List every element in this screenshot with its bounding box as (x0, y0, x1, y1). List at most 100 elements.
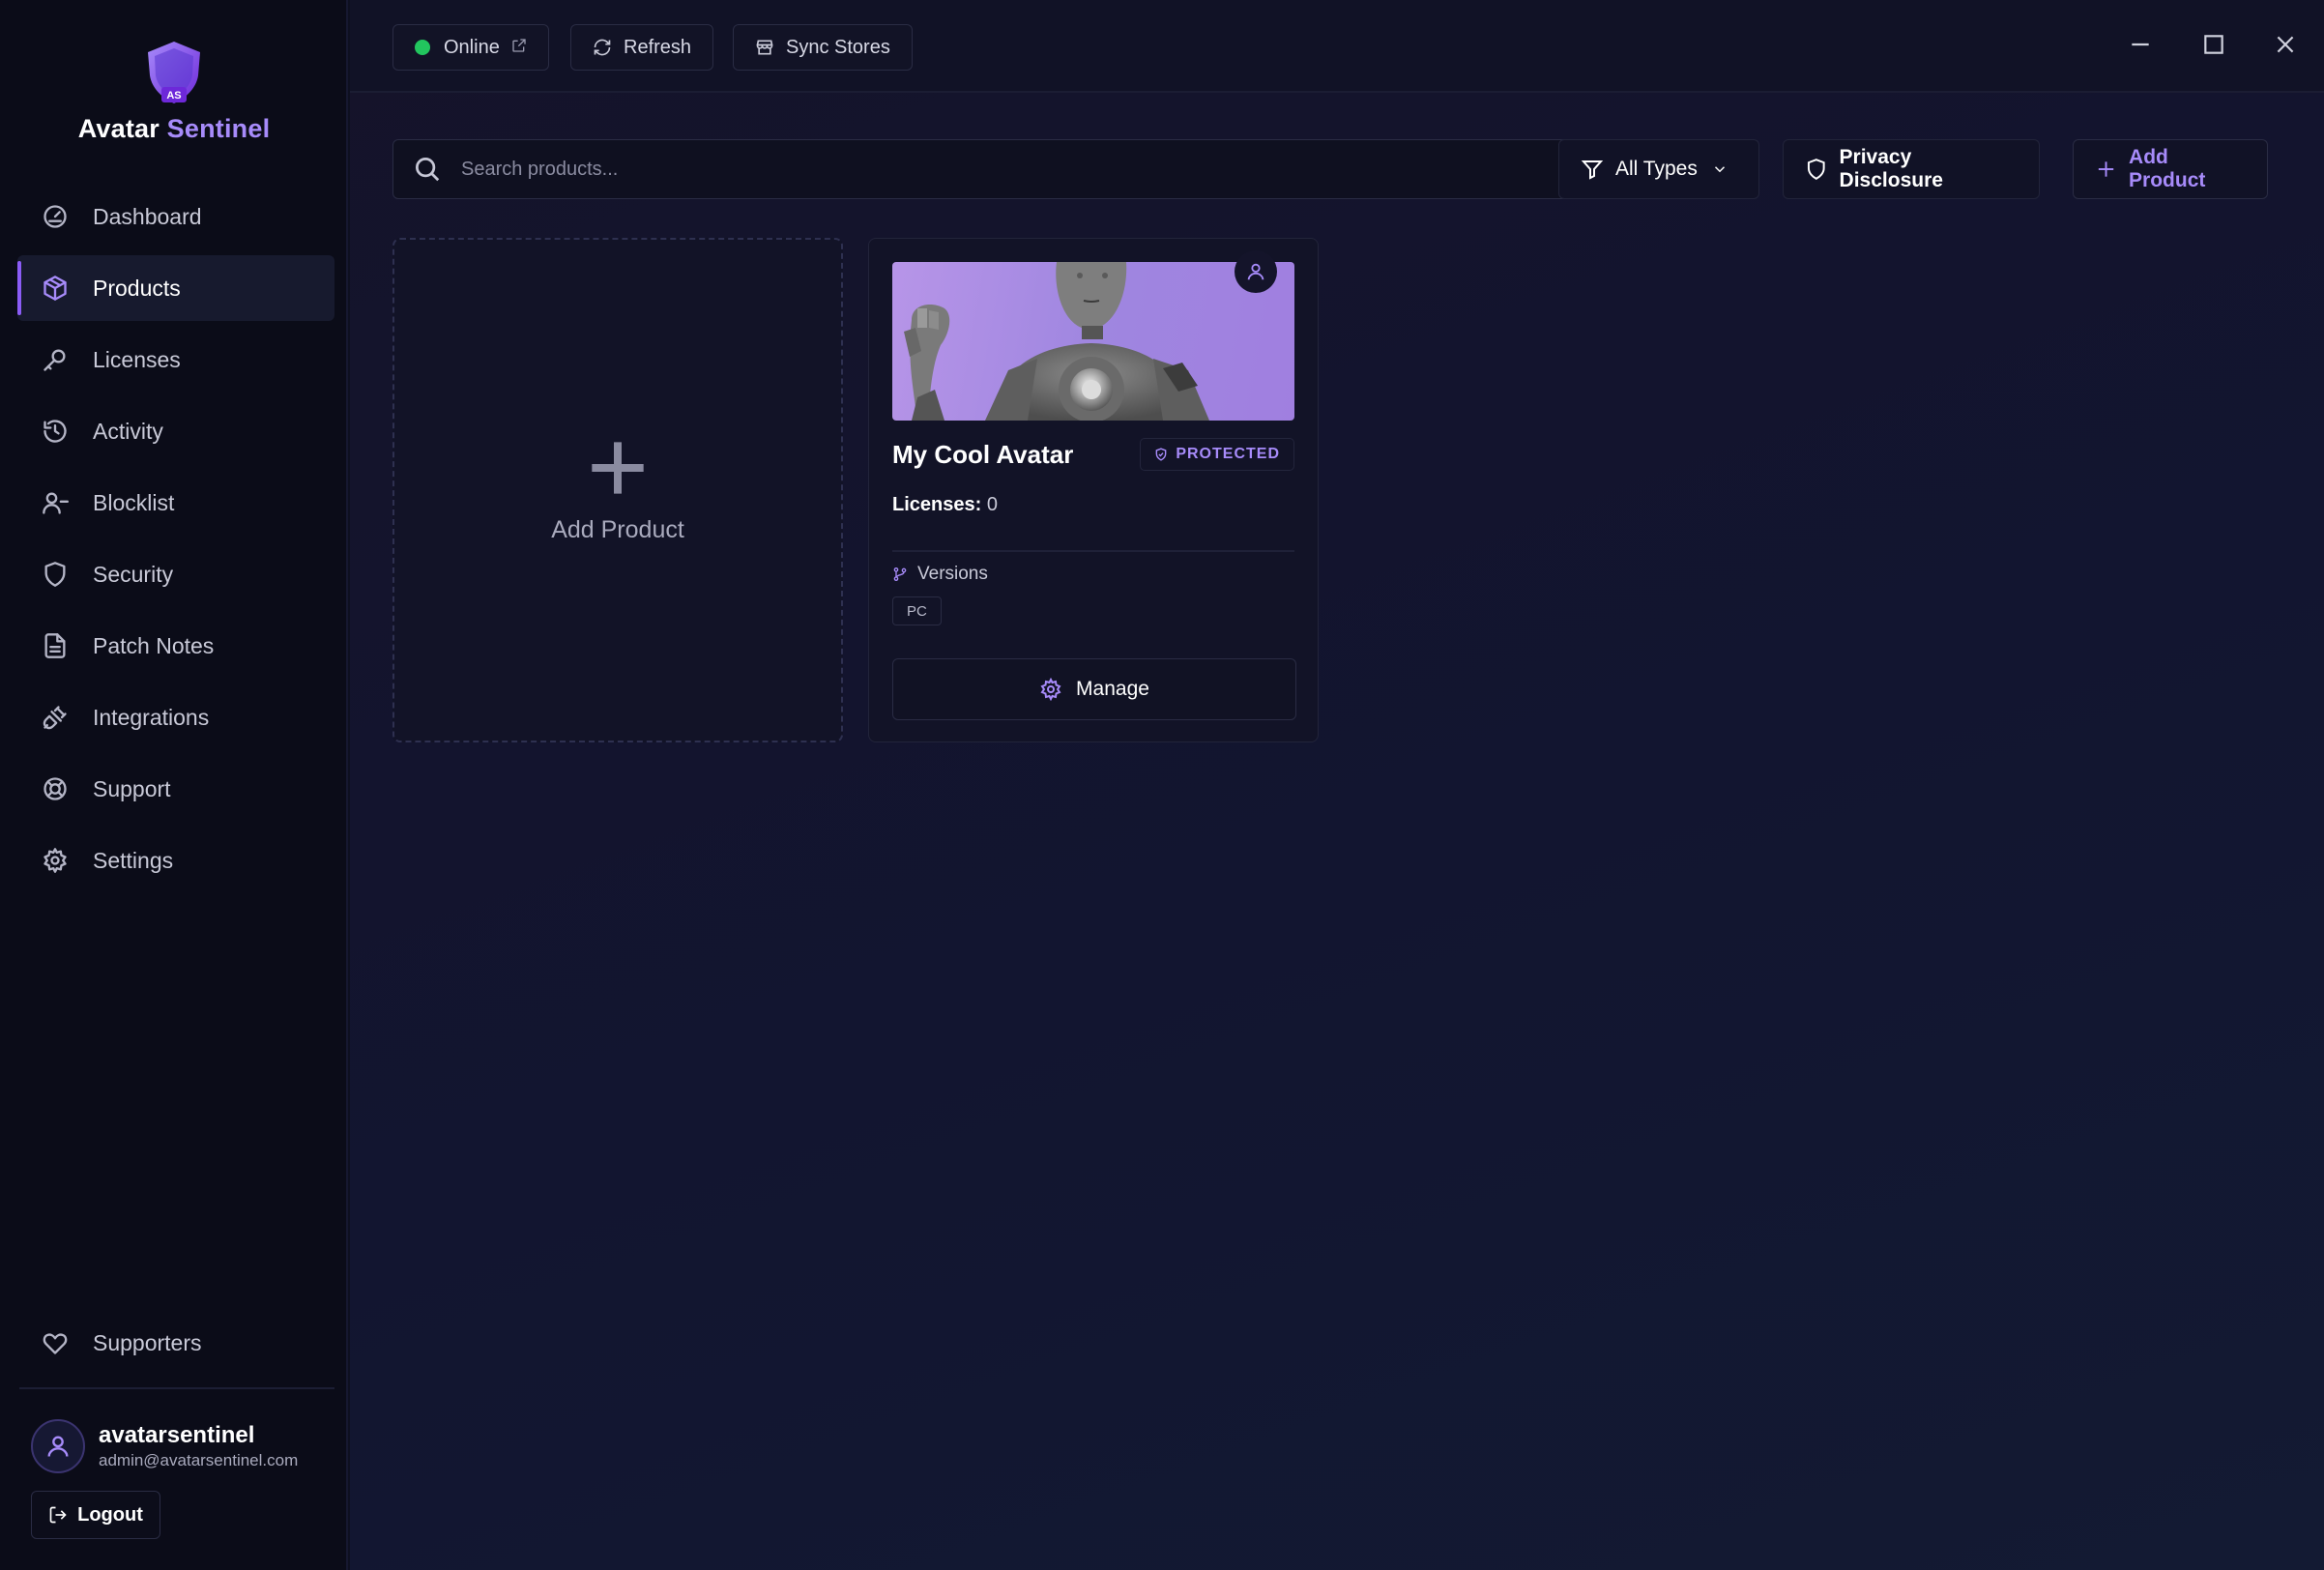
app-logo: AS Avatar Sentinel (0, 39, 348, 144)
history-icon (41, 417, 70, 446)
user-name: avatarsentinel (99, 1422, 255, 1448)
gear-icon (1040, 678, 1061, 701)
logout-icon (49, 1506, 67, 1524)
sidebar-item-label: Settings (93, 847, 174, 873)
user-profile: avatarsentinel admin@avatarsentinel.com (31, 1419, 298, 1473)
main-content: Online Refresh Sync Stores All Types (350, 0, 2324, 1570)
sidebar-item-label: Activity (93, 418, 163, 444)
maximize-button[interactable] (2194, 25, 2233, 64)
privacy-disclosure-button[interactable]: Privacy Disclosure (1783, 139, 2040, 199)
version-tag: PC (892, 596, 942, 625)
sidebar-item-support[interactable]: Support (17, 756, 334, 822)
shield-logo-icon: AS (148, 42, 200, 103)
chevron-down-icon (1714, 166, 1725, 173)
search-bar (392, 139, 1576, 199)
logout-button[interactable]: Logout (31, 1491, 160, 1539)
sidebar-item-licenses[interactable]: Licenses (17, 327, 334, 392)
product-name: My Cool Avatar (892, 440, 1074, 469)
sidebar-item-label: Patch Notes (93, 632, 215, 658)
close-icon (2277, 36, 2294, 53)
refresh-icon (594, 39, 611, 56)
shield-icon (1807, 159, 1825, 180)
manage-button[interactable]: Manage (892, 658, 1296, 720)
file-text-icon (41, 631, 70, 660)
status-badge: PROTECTED (1140, 438, 1294, 471)
top-bar: Online Refresh Sync Stores (350, 0, 2324, 93)
sidebar-item-label: Supporters (93, 1329, 202, 1355)
gauge-icon (41, 202, 70, 231)
sync-stores-label: Sync Stores (786, 36, 890, 58)
card-divider (892, 550, 1294, 552)
versions-header: Versions (892, 564, 988, 585)
sidebar-divider (19, 1387, 334, 1389)
user-icon (47, 1436, 69, 1457)
shield-icon (41, 560, 70, 589)
app-title: Avatar Sentinel (77, 114, 271, 143)
sidebar-item-supporters[interactable]: Supporters (17, 1310, 334, 1376)
sync-stores-button[interactable]: Sync Stores (733, 24, 913, 71)
package-icon (41, 274, 70, 303)
search-input[interactable] (459, 157, 1526, 182)
filter-icon (1581, 160, 1604, 180)
minimize-icon (2132, 43, 2149, 46)
refresh-label: Refresh (624, 36, 692, 58)
type-filter-dropdown[interactable]: All Types (1558, 139, 1759, 199)
search-icon (416, 158, 440, 182)
sidebar-item-label: Products (93, 275, 181, 301)
refresh-button[interactable]: Refresh (570, 24, 714, 71)
minimize-button[interactable] (2121, 25, 2160, 64)
status-badge-label: PROTECTED (1176, 446, 1280, 462)
online-status-label: Online (444, 36, 500, 58)
sidebar-item-activity[interactable]: Activity (17, 398, 334, 464)
avatar (31, 1419, 85, 1473)
sidebar-item-label: Licenses (93, 346, 181, 372)
user-minus-icon (41, 488, 70, 517)
git-branch-icon (893, 567, 907, 581)
plus-icon (592, 441, 644, 494)
user-email: admin@avatarsentinel.com (99, 1451, 299, 1469)
versions-label: Versions (917, 564, 988, 584)
sidebar-nav: Dashboard Products Licenses Activity Blo… (17, 184, 334, 899)
sidebar-item-products[interactable]: Products (17, 255, 334, 321)
store-icon (756, 40, 773, 55)
logout-label: Logout (77, 1503, 143, 1526)
online-status-dot (415, 40, 430, 55)
manage-label: Manage (1076, 678, 1149, 700)
shield-check-icon (1155, 448, 1167, 461)
license-count-value: 0 (986, 494, 998, 515)
sidebar-item-label: Blocklist (93, 489, 175, 515)
avatar-render-image (904, 262, 1209, 421)
sidebar-item-settings[interactable]: Settings (17, 828, 334, 893)
lifebuoy-icon (41, 774, 70, 803)
sidebar-item-blocklist[interactable]: Blocklist (17, 470, 334, 536)
avatar-type-badge (1235, 250, 1277, 293)
license-count: Licenses: 0 (892, 494, 998, 516)
user-icon (1247, 263, 1264, 280)
sidebar-item-label: Security (93, 561, 174, 587)
svg-text:AS: AS (166, 90, 181, 102)
maximize-icon (2204, 35, 2223, 54)
sidebar-item-label: Integrations (93, 704, 210, 730)
plus-icon (2098, 161, 2114, 177)
sidebar-item-label: Support (93, 775, 171, 801)
sidebar-item-label: Dashboard (93, 203, 202, 229)
add-product-card-label: Add Product (551, 515, 684, 543)
sidebar-item-security[interactable]: Security (17, 541, 334, 607)
add-product-button[interactable]: Add Product (2073, 139, 2268, 199)
sidebar-item-patch-notes[interactable]: Patch Notes (17, 613, 334, 679)
license-count-label: Licenses: (892, 494, 982, 515)
sidebar-item-dashboard[interactable]: Dashboard (17, 184, 334, 249)
online-status-button[interactable]: Online (392, 24, 549, 71)
type-filter-label: All Types (1615, 158, 1698, 180)
gear-icon (41, 846, 70, 875)
sidebar-item-integrations[interactable]: Integrations (17, 684, 334, 750)
product-card: My Cool Avatar PROTECTED Licenses: 0 Ver… (868, 238, 1319, 742)
privacy-disclosure-label: Privacy Disclosure (1839, 146, 1943, 191)
sidebar: AS Avatar Sentinel Dashboard Products Li… (0, 0, 348, 1570)
close-button[interactable] (2266, 25, 2305, 64)
add-product-label: Add Product (2129, 146, 2206, 191)
plug-icon (41, 703, 70, 732)
external-link-icon (500, 37, 527, 59)
heart-icon (41, 1328, 70, 1357)
add-product-card[interactable]: Add Product (392, 238, 843, 742)
